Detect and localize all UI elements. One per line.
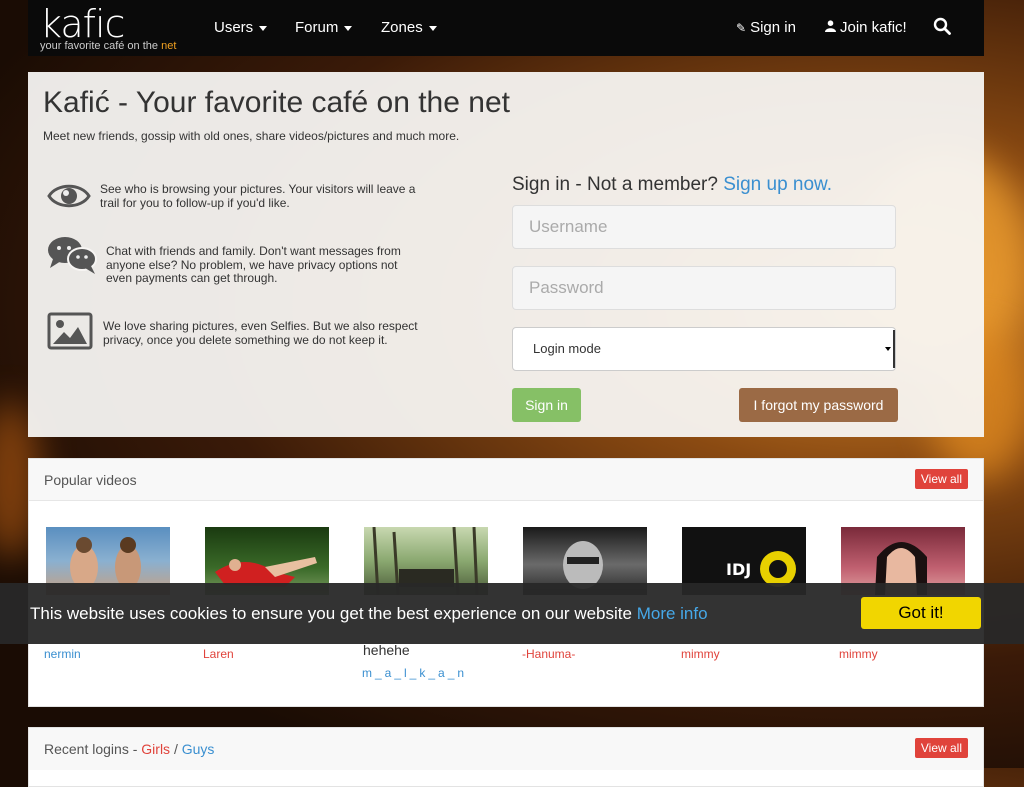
feature-chat-text: Chat with friends and family. Don't want… <box>106 244 401 285</box>
pencil-icon: ✎ <box>736 21 747 35</box>
forgot-password-button[interactable]: I forgot my password <box>739 388 898 422</box>
nav-join-link[interactable]: Join kafic! <box>825 19 907 36</box>
nav-users-label: Users <box>214 19 254 36</box>
nav-forum-dropdown[interactable]: Forum <box>295 19 353 36</box>
eye-icon <box>47 180 91 217</box>
cookie-text: This website uses cookies to ensure you … <box>30 604 708 624</box>
panel-header: Popular videos View all <box>29 459 983 501</box>
cookie-banner: This website uses cookies to ensure you … <box>0 583 1024 644</box>
logo-tagline: your favorite café on the net <box>40 40 176 52</box>
video-user-link[interactable]: nermin <box>44 647 81 661</box>
panel-header: Recent logins - Girls / Guys View all <box>29 728 983 770</box>
recent-logins-guys-link[interactable]: Guys <box>182 741 215 757</box>
user-icon <box>825 20 836 35</box>
feature-visitors-text: See who is browsing your pictures. Your … <box>100 182 416 210</box>
nav-signin-label: Sign in <box>750 19 796 36</box>
nav-zones-dropdown[interactable]: Zones <box>381 19 437 36</box>
login-mode-select[interactable]: Login mode <box>512 327 896 371</box>
video-title[interactable]: hehehe <box>363 642 410 658</box>
signin-button[interactable]: Sign in <box>512 388 581 422</box>
caret-down-icon <box>428 25 437 31</box>
hero-subtitle: Meet new friends, gossip with old ones, … <box>43 129 460 143</box>
search-icon <box>933 17 951 35</box>
cookie-more-info-link[interactable]: More info <box>637 604 708 623</box>
chat-icon <box>47 235 99 280</box>
login-mode-value: Login mode <box>533 341 601 356</box>
video-user-link[interactable]: mimmy <box>681 647 720 661</box>
recent-logins-view-all-button[interactable]: View all <box>914 738 968 758</box>
video-user-link[interactable]: -Hanuma- <box>522 647 575 661</box>
cookie-accept-button[interactable]: Got it! <box>861 597 981 629</box>
password-input[interactable]: Password <box>512 266 896 310</box>
popular-videos-view-all-button[interactable]: View all <box>914 469 968 489</box>
video-user-link[interactable]: mimmy <box>839 647 878 661</box>
caret-down-icon <box>259 25 268 31</box>
nav-signin-link[interactable]: ✎ Sign in <box>736 19 796 36</box>
popular-videos-title: Popular videos <box>44 472 137 488</box>
recent-logins-title: Recent logins - Girls / Guys <box>44 741 214 757</box>
signup-link[interactable]: Sign up now. <box>723 174 832 195</box>
logo-tagline-accent: net <box>161 40 177 52</box>
signin-heading-text: Sign in - Not a member? <box>512 174 718 195</box>
video-user-link[interactable]: Laren <box>203 647 234 661</box>
select-edge <box>893 330 895 368</box>
navbar: kafic your favorite café on the net User… <box>28 0 984 56</box>
caret-down-icon <box>344 25 353 31</box>
logo-tagline-prefix: your favorite café on the <box>40 40 162 52</box>
username-input[interactable]: Username <box>512 205 896 249</box>
search-button[interactable] <box>933 17 951 39</box>
nav-forum-label: Forum <box>295 19 339 36</box>
hero-title: Kafić - Your favorite café on the net <box>43 86 510 119</box>
feature-pictures-text: We love sharing pictures, even Selfies. … <box>103 319 418 347</box>
recent-logins-separator: / <box>170 741 182 757</box>
cookie-message: This website uses cookies to ensure you … <box>30 604 632 623</box>
svg-text:IDJ: IDJ <box>726 560 751 579</box>
nav-users-dropdown[interactable]: Users <box>214 19 268 36</box>
recent-logins-prefix: Recent logins - <box>44 741 142 757</box>
logo[interactable]: kafic your favorite café on the net <box>40 2 200 54</box>
signin-heading: Sign in - Not a member? Sign up now. <box>512 174 832 196</box>
video-user-link[interactable]: m_a_l_k_a_n <box>362 666 467 680</box>
recent-logins-girls-link[interactable]: Girls <box>141 741 170 757</box>
nav-join-label: Join kafic! <box>840 19 907 36</box>
hero-panel: Kafić - Your favorite café on the net Me… <box>28 72 984 437</box>
select-arrow-icon <box>885 347 891 351</box>
nav-zones-label: Zones <box>381 19 423 36</box>
picture-icon <box>47 312 93 355</box>
recent-logins-panel: Recent logins - Girls / Guys View all <box>28 727 984 787</box>
